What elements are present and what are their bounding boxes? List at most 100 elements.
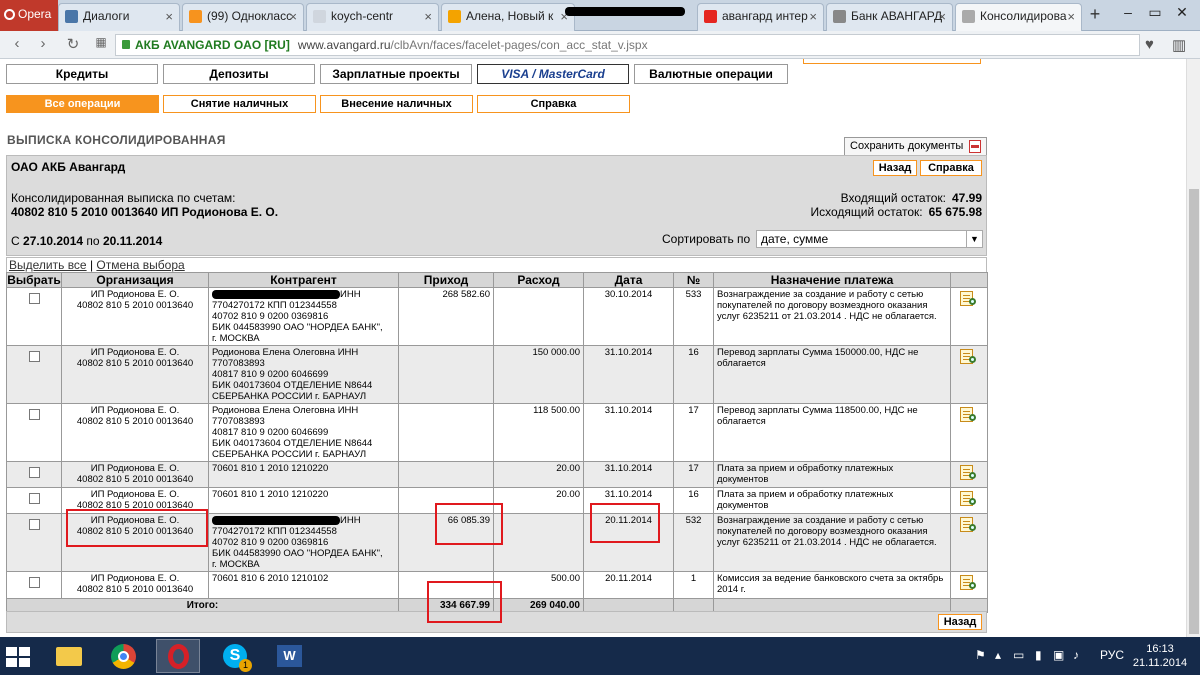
- view-document-icon[interactable]: [960, 575, 978, 591]
- language-indicator[interactable]: РУС: [1100, 648, 1124, 662]
- close-tab-icon[interactable]: ×: [289, 4, 297, 29]
- select-all-link[interactable]: Выделить все: [9, 258, 87, 272]
- nav-deposits-button[interactable]: Депозиты: [163, 64, 315, 84]
- tab-all-operations[interactable]: Все операции: [6, 95, 159, 113]
- row-checkbox[interactable]: [28, 409, 40, 420]
- browser-tab[interactable]: Банк АВАНГАРД ×: [826, 3, 953, 31]
- row-checkbox[interactable]: [28, 293, 40, 304]
- view-document-icon[interactable]: [960, 465, 978, 481]
- view-document-icon[interactable]: [960, 491, 978, 507]
- counterparty-details: Родионова Елена Олеговна ИНН 7707083893 …: [212, 347, 373, 402]
- table-row[interactable]: ИП Родионова Е. О. 40802 810 5 2010 0013…: [6, 461, 988, 488]
- counterparty-inn-label: ИНН: [340, 515, 361, 526]
- forward-icon[interactable]: ›: [34, 35, 52, 52]
- organization-cell: ИП Родионова Е. О. 40802 810 5 2010 0013…: [61, 403, 209, 462]
- back-button-bottom[interactable]: Назад: [938, 614, 982, 630]
- back-icon[interactable]: ‹: [8, 35, 26, 52]
- secure-lock-icon: [122, 40, 130, 49]
- browser-tab[interactable]: koych-centr ×: [306, 3, 439, 31]
- table-row[interactable]: ИП Родионова Е. О. 40802 810 5 2010 0013…: [6, 403, 988, 462]
- close-tab-icon[interactable]: ×: [424, 4, 432, 29]
- tab-reference[interactable]: Справка: [477, 95, 630, 113]
- account-line: 40802 810 5 2010 0013640 ИП Родионова Е.…: [11, 205, 279, 219]
- table-row[interactable]: ИП Родионова Е. О. 40802 810 5 2010 0013…: [6, 345, 988, 404]
- tray-up-icon[interactable]: ▴: [995, 648, 1001, 662]
- page-scrollbar[interactable]: [1186, 59, 1200, 637]
- view-cell: [950, 345, 988, 404]
- folder-shape: [56, 647, 82, 666]
- magnifier: [969, 356, 976, 363]
- close-tab-icon[interactable]: ×: [1067, 4, 1075, 29]
- new-tab-button[interactable]: +: [1085, 4, 1105, 26]
- tray-network-icon[interactable]: ▮: [1035, 648, 1042, 662]
- view-document-icon[interactable]: [960, 349, 978, 365]
- header-select: Выбрать: [6, 272, 62, 288]
- back-button[interactable]: Назад: [873, 160, 917, 176]
- maximize-icon[interactable]: ▭: [1145, 4, 1165, 21]
- save-documents-button[interactable]: Сохранить документы: [844, 137, 987, 156]
- row-checkbox[interactable]: [28, 519, 40, 530]
- file-explorer-icon[interactable]: [46, 639, 90, 673]
- skype-icon[interactable]: S 1: [213, 639, 257, 673]
- speed-dial-icon[interactable]: ▦: [92, 35, 110, 49]
- view-document-icon[interactable]: [960, 291, 978, 307]
- sort-select[interactable]: дате, сумме ▼: [756, 230, 983, 248]
- row-checkbox[interactable]: [28, 577, 40, 588]
- tab-title: Консолидирова: [980, 9, 1067, 23]
- expense-cell: 20.00: [493, 461, 584, 488]
- nav-payroll-button[interactable]: Зарплатные проекты: [320, 64, 472, 84]
- close-window-icon[interactable]: ✕: [1172, 4, 1192, 21]
- close-tab-icon[interactable]: ×: [165, 4, 173, 29]
- table-row[interactable]: ИП Родионова Е. О. 40802 810 5 2010 0013…: [6, 287, 988, 346]
- row-checkbox[interactable]: [28, 493, 40, 504]
- word-icon[interactable]: W: [268, 639, 312, 673]
- taskbar-clock[interactable]: 16:13 21.11.2014: [1130, 642, 1190, 670]
- browser-tab[interactable]: (99) Однокласс ×: [182, 3, 304, 31]
- tray-battery-icon[interactable]: ▭: [1013, 648, 1024, 662]
- nav-currency-button[interactable]: Валютные операции: [634, 64, 788, 84]
- chrome-center: [118, 651, 129, 662]
- nav-credits-button[interactable]: Кредиты: [6, 64, 158, 84]
- deselect-link[interactable]: Отмена выбора: [96, 258, 184, 272]
- closing-balance-label: Исходящий остаток:: [810, 205, 923, 219]
- tab-cash-withdrawal[interactable]: Снятие наличных: [163, 95, 316, 113]
- browser-tab[interactable]: Консолидирова ×: [955, 3, 1082, 32]
- tray-monitor-icon[interactable]: ▣: [1053, 648, 1064, 662]
- windows-start-icon[interactable]: [6, 647, 32, 667]
- page-content: Кредиты Депозиты Зарплатные проекты VISA…: [0, 59, 1186, 637]
- opening-balance-label: Входящий остаток:: [840, 191, 946, 205]
- row-checkbox[interactable]: [28, 351, 40, 362]
- tab-cash-deposit[interactable]: Внесение наличных: [320, 95, 473, 113]
- bookmark-heart-icon[interactable]: ♥: [1145, 36, 1154, 53]
- browser-tab[interactable]: авангард интер ×: [697, 3, 824, 31]
- tray-volume-icon[interactable]: ♪: [1073, 648, 1079, 662]
- expense-cell: 500.00: [493, 571, 584, 599]
- view-document-icon[interactable]: [960, 407, 978, 423]
- opera-logo-icon: [4, 9, 15, 20]
- address-field[interactable]: АКБ AVANGARD OAO [RU] www.avangard.ru/clb…: [115, 34, 1140, 56]
- counterparty-first-line: ИНН: [212, 289, 395, 300]
- minimize-icon[interactable]: –: [1118, 4, 1138, 20]
- number-cell: 533: [673, 287, 714, 346]
- header-strip: [803, 59, 981, 64]
- selection-links: Выделить все | Отмена выбора: [6, 257, 987, 272]
- tab-title: Банк АВАНГАРД: [851, 9, 943, 23]
- row-checkbox[interactable]: [28, 467, 40, 478]
- help-button[interactable]: Справка: [920, 160, 982, 176]
- chrome-icon[interactable]: [102, 639, 146, 673]
- reload-icon[interactable]: ↻: [64, 35, 82, 53]
- close-tab-icon[interactable]: ×: [938, 4, 946, 29]
- view-document-icon[interactable]: [960, 517, 978, 533]
- close-tab-icon[interactable]: ×: [809, 4, 817, 29]
- counterparty-details: 70601 810 1 2010 1210220: [212, 463, 329, 474]
- tray-flag-icon[interactable]: ⚑: [975, 648, 986, 662]
- counterparty-cell: 70601 810 1 2010 1210220: [208, 461, 399, 488]
- opera-taskbar-icon[interactable]: [156, 639, 200, 673]
- scrollbar-thumb[interactable]: [1189, 189, 1199, 634]
- sidebar-toggle-icon[interactable]: ▥: [1172, 36, 1186, 54]
- opera-menu-button[interactable]: Opera: [0, 0, 58, 31]
- browser-tab[interactable]: Диалоги ×: [58, 3, 180, 31]
- browser-tab[interactable]: Алена, Новый к ×: [441, 3, 575, 31]
- nav-visa-mastercard-button[interactable]: VISA / MasterCard: [477, 64, 629, 84]
- highlight-organization: [66, 509, 208, 547]
